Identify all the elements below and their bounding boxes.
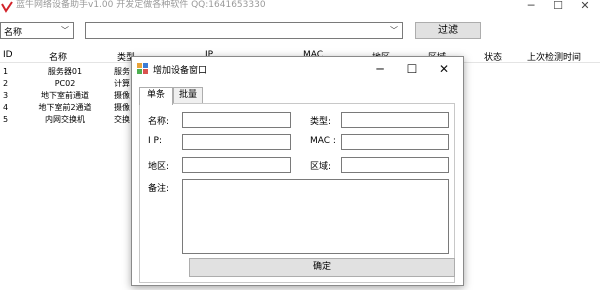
cell-id: 5: [3, 115, 9, 124]
mac-field[interactable]: [341, 134, 449, 150]
cell-type: 服务: [114, 67, 130, 76]
filter-text-combo[interactable]: ﹀: [85, 22, 403, 39]
dialog-close-button[interactable]: ✕: [433, 61, 455, 77]
minimize-button[interactable]: ─: [516, 0, 546, 14]
cell-type: 摄像: [114, 103, 130, 112]
column-header-last-check[interactable]: 上次检测时间: [527, 50, 581, 63]
region-field[interactable]: [182, 157, 291, 173]
confirm-button[interactable]: 确定: [189, 258, 455, 277]
dialog-title-bar: 增加设备窗口 ─ ☐ ✕: [132, 57, 463, 81]
chevron-down-icon: ﹀: [390, 26, 398, 35]
window-app-icon: [137, 63, 148, 74]
cell-type: 摄像: [114, 91, 130, 100]
cell-name: 服务器01: [47, 67, 83, 76]
cell-id: 1: [3, 67, 9, 76]
cell-id: 3: [3, 91, 9, 100]
cell-type: 交换: [114, 115, 130, 124]
cell-id: 4: [3, 103, 9, 112]
note-textarea[interactable]: [182, 179, 449, 254]
tab-batch[interactable]: 批量: [173, 87, 203, 104]
ip-label: I P:: [148, 136, 162, 146]
title-bar: 蓝牛网络设备助手v1.00 开发定做各种软件 QQ:1641653330 ─ ☐…: [0, 0, 600, 16]
dialog-title: 增加设备窗口: [153, 66, 208, 76]
column-header-status[interactable]: 状态: [484, 50, 502, 63]
area-field[interactable]: [341, 157, 449, 173]
column-header-name[interactable]: 名称: [49, 50, 67, 63]
name-field[interactable]: [182, 112, 291, 128]
cell-name: 地下室前2通道: [38, 103, 92, 112]
area-label: 区域:: [310, 162, 332, 172]
dialog-maximize-button[interactable]: ☐: [401, 61, 423, 77]
filter-field-value: 名称: [4, 28, 23, 38]
chevron-down-icon: ﹀: [61, 26, 69, 35]
name-label: 名称:: [148, 117, 170, 127]
window-title: 蓝牛网络设备助手v1.00 开发定做各种软件 QQ:1641653330: [16, 0, 266, 10]
app-logo-icon: [1, 1, 13, 13]
mac-label: MAC :: [310, 136, 336, 146]
type-label: 类型:: [310, 117, 332, 127]
tab-panel-single: 名称: 类型: I P: MAC : 地区: 区域: 备注: 确定: [139, 103, 455, 283]
cell-name: PC02: [54, 79, 76, 88]
dialog-minimize-button[interactable]: ─: [369, 61, 391, 77]
type-field[interactable]: [341, 112, 449, 128]
cell-name: 地下室前通道: [41, 91, 89, 100]
add-device-dialog: 增加设备窗口 ─ ☐ ✕ 单条 批量 名称: 类型: I P: MAC : 地区…: [131, 56, 464, 286]
filter-button[interactable]: 过滤: [415, 22, 481, 39]
cell-id: 2: [3, 79, 9, 88]
close-button[interactable]: ✕: [570, 0, 600, 14]
column-header-id[interactable]: ID: [3, 50, 13, 60]
cell-type: 计算: [114, 79, 130, 88]
tab-single[interactable]: 单条: [139, 87, 173, 105]
main-window: 蓝牛网络设备助手v1.00 开发定做各种软件 QQ:1641653330 ─ ☐…: [0, 0, 600, 290]
ip-field[interactable]: [182, 134, 291, 150]
note-label: 备注:: [148, 184, 170, 194]
filter-field-select[interactable]: 名称 ﹀: [0, 22, 74, 39]
maximize-button[interactable]: ☐: [543, 0, 573, 14]
cell-name: 内网交换机: [45, 115, 85, 124]
region-label: 地区:: [148, 162, 170, 172]
